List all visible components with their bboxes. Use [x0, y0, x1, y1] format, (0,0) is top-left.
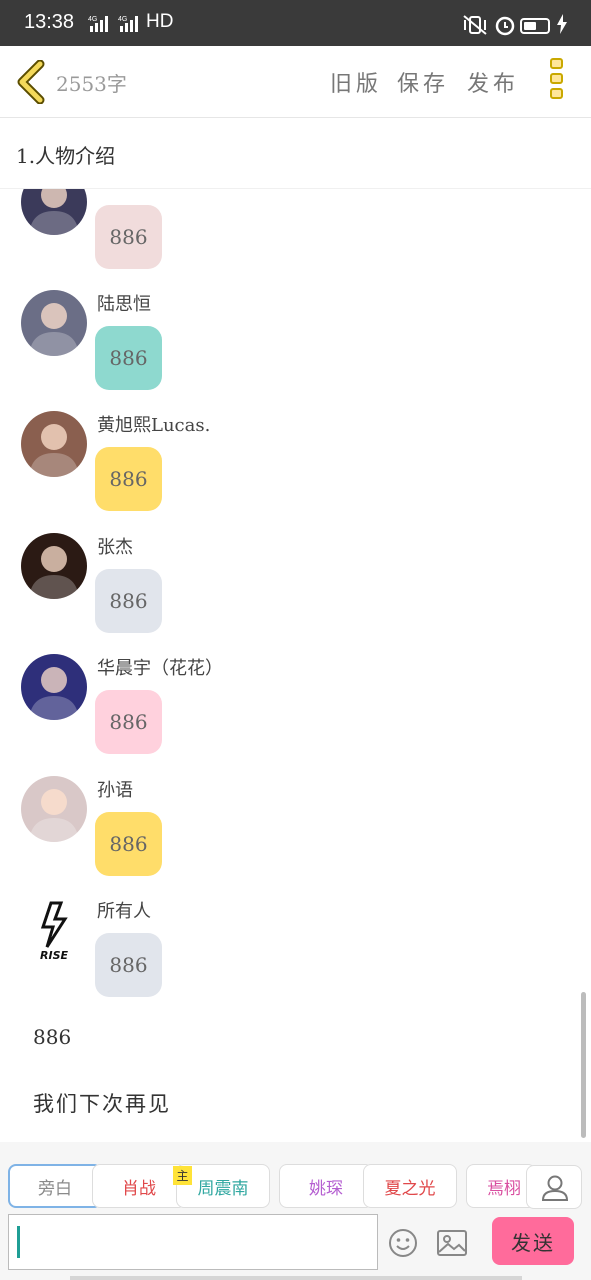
- old-version-button[interactable]: 旧版: [330, 66, 382, 98]
- editor-header: 2553字 旧版 保存 发布: [0, 46, 591, 118]
- back-button[interactable]: [14, 59, 48, 105]
- battery-level: [524, 22, 537, 30]
- svg-text:RISE: RISE: [40, 949, 68, 962]
- message-row[interactable]: 孙语 886: [0, 776, 560, 886]
- status-bar: 13:38 4G 4G HD: [0, 0, 591, 46]
- message-row[interactable]: 黄旭熙Lucas. 886: [0, 411, 560, 521]
- narration-line[interactable]: 886: [33, 1025, 71, 1049]
- message-row[interactable]: 陆思恒 886: [0, 290, 560, 400]
- chevron-left-icon: [17, 59, 45, 105]
- avatar[interactable]: [21, 776, 87, 842]
- message-bubble[interactable]: 886: [95, 812, 162, 876]
- character-name: 周震南: [197, 1178, 249, 1199]
- sender-name: 陆思恒: [97, 294, 151, 315]
- character-name: 肖战: [122, 1178, 156, 1199]
- add-character-button[interactable]: [526, 1165, 582, 1209]
- sender-name: 孙语: [97, 780, 133, 801]
- avatar[interactable]: [21, 654, 87, 720]
- message-bubble[interactable]: 886: [95, 447, 162, 511]
- scrollbar[interactable]: [581, 992, 586, 1138]
- more-icon-dot: [550, 88, 563, 99]
- avatar[interactable]: [21, 411, 87, 477]
- message-row[interactable]: 886: [0, 189, 560, 279]
- message-list[interactable]: 886 陆思恒 886 黄旭熙Lucas. 886 张杰 886 华晨宇（花花） 886 孙语 88…: [0, 189, 591, 1141]
- sender-name: 张杰: [97, 537, 133, 558]
- main-character-badge: 主: [173, 1166, 192, 1185]
- image-icon[interactable]: [436, 1228, 468, 1258]
- battery-icon: [520, 18, 550, 34]
- avatar[interactable]: [21, 533, 87, 599]
- message-bubble[interactable]: 886: [95, 205, 162, 269]
- message-bubble[interactable]: 886: [95, 690, 162, 754]
- character-chip[interactable]: 旁白: [8, 1164, 102, 1208]
- message-row[interactable]: 华晨宇（花花） 886: [0, 654, 560, 764]
- character-chip[interactable]: 姚琛: [279, 1164, 373, 1208]
- hd-indicator: HD: [146, 11, 174, 32]
- signal-indicators: 4G 4G: [88, 14, 144, 35]
- svg-text:4G: 4G: [118, 16, 127, 23]
- more-icon: [550, 58, 563, 69]
- signal-icon: 4G: [88, 14, 110, 32]
- send-button[interactable]: 发送: [492, 1217, 574, 1265]
- character-chip[interactable]: 肖战: [92, 1164, 186, 1208]
- narration-line[interactable]: 我们下次再见: [33, 1088, 171, 1118]
- save-button[interactable]: 保存: [397, 66, 449, 98]
- message-bubble[interactable]: 886: [95, 933, 162, 997]
- user-icon: [541, 1175, 569, 1201]
- text-cursor: [17, 1226, 20, 1258]
- sender-name: 华晨宇（花花）: [97, 658, 223, 679]
- message-row[interactable]: 张杰 886: [0, 533, 560, 643]
- emoji-icon[interactable]: [388, 1228, 418, 1258]
- message-bubble[interactable]: 886: [95, 326, 162, 390]
- sender-name: 黄旭熙Lucas.: [97, 415, 211, 436]
- alarm-icon: [494, 14, 516, 40]
- message-bubble[interactable]: 886: [95, 569, 162, 633]
- publish-button[interactable]: 发布: [467, 66, 519, 98]
- signal-icon: 4G: [118, 14, 140, 32]
- word-count: 2553字: [56, 72, 127, 96]
- character-name: 夏之光: [384, 1178, 436, 1199]
- character-name: 姚琛: [309, 1178, 343, 1199]
- character-name: 焉栩: [487, 1178, 521, 1199]
- sender-name: 所有人: [97, 901, 151, 922]
- gesture-bar: [70, 1276, 522, 1280]
- more-icon-dot: [550, 73, 563, 84]
- charging-icon: [556, 14, 568, 38]
- status-time: 13:38: [24, 11, 75, 33]
- character-chip[interactable]: 夏之光: [363, 1164, 457, 1208]
- chapter-title[interactable]: 1.人物介绍: [16, 140, 115, 169]
- vibrate-off-icon: [462, 14, 488, 40]
- more-menu-button[interactable]: [550, 58, 566, 106]
- avatar[interactable]: [21, 290, 87, 356]
- avatar[interactable]: RISE: [21, 897, 87, 963]
- svg-text:4G: 4G: [88, 16, 97, 23]
- message-row[interactable]: RISE 所有人 886: [0, 897, 560, 1007]
- avatar[interactable]: [21, 189, 87, 235]
- character-selector: 旁白 肖战 周震南 姚琛 夏之光 焉栩: [0, 1142, 591, 1216]
- message-input[interactable]: [8, 1214, 378, 1270]
- character-name: 旁白: [38, 1178, 72, 1199]
